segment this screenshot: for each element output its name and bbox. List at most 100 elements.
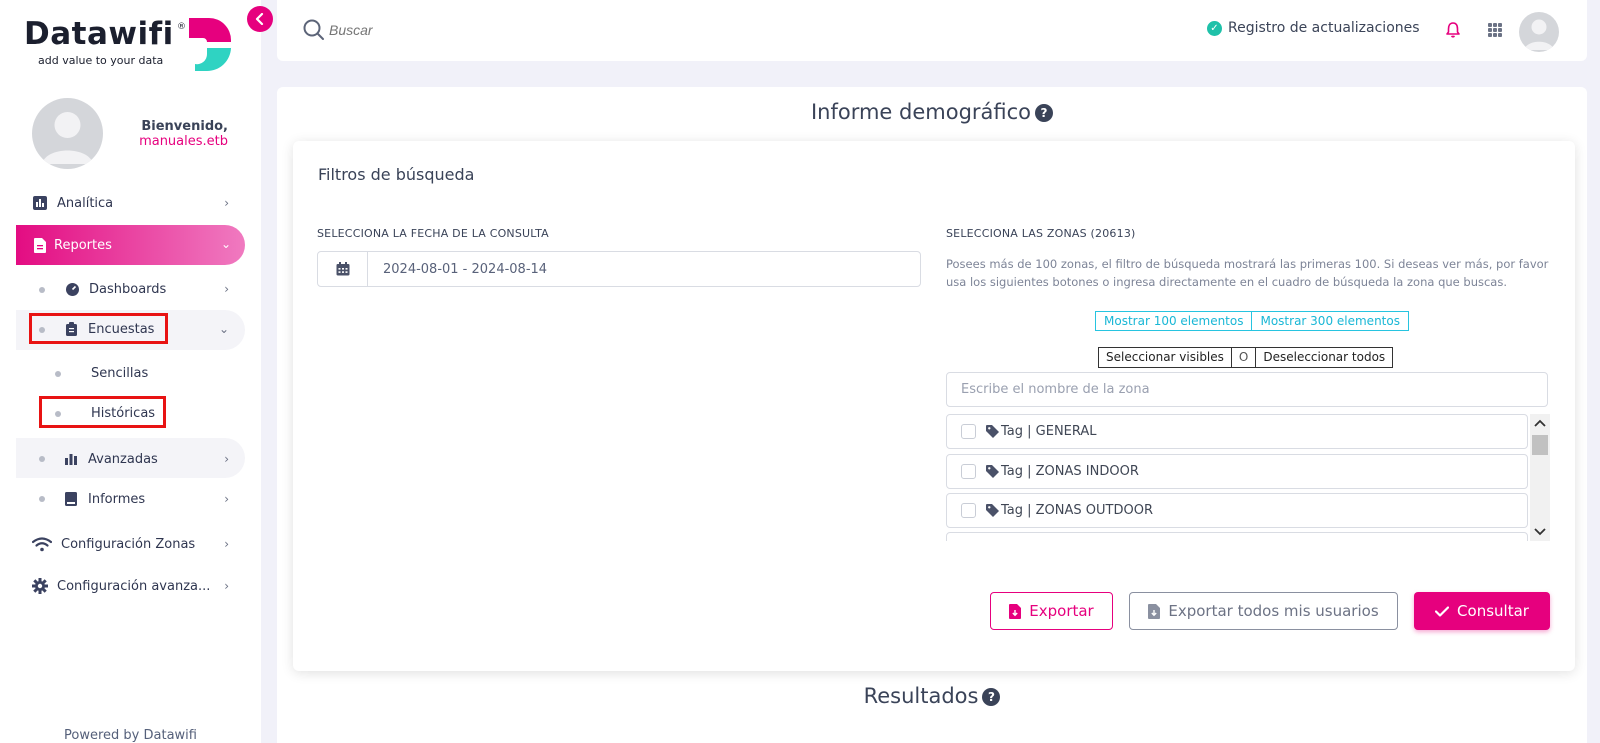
tag-icon (986, 504, 999, 517)
scroll-up-arrow-icon[interactable] (1530, 414, 1550, 432)
bar-chart-icon (32, 195, 48, 211)
welcome-username: manuales.etb (139, 134, 228, 149)
search-input[interactable] (329, 18, 629, 42)
check-circle-icon: ✓ (1207, 20, 1222, 36)
zone-item[interactable] (946, 532, 1528, 541)
page-title-text: Informe demográfico (810, 100, 1032, 124)
chevron-down-icon: ⌄ (218, 322, 229, 336)
tag-icon (986, 465, 999, 478)
bullet-dot (39, 496, 45, 502)
zone-search-input[interactable] (946, 372, 1548, 407)
gear-icon (32, 578, 48, 594)
updates-log-link[interactable]: ✓ Registro de actualizaciones (1207, 20, 1420, 36)
zone-list: Tag | GENERAL Tag | ZONAS INDOOR Tag | Z… (946, 414, 1548, 541)
export-button[interactable]: Exportar (990, 592, 1113, 630)
consultar-button[interactable]: Consultar (1414, 592, 1550, 630)
chevron-right-icon: › (224, 579, 229, 593)
sidebar-item-reportes[interactable]: Reportes ⌄ (16, 225, 245, 265)
chevron-right-icon: › (224, 452, 229, 466)
scroll-down-arrow-icon[interactable] (1530, 523, 1550, 541)
sidebar-item-configuracion-zonas[interactable]: Configuración Zonas › (32, 535, 229, 553)
zone-checkbox[interactable] (961, 424, 976, 439)
sidebar-item-label: Analítica (57, 195, 114, 211)
date-range-picker[interactable]: 2024-08-01 - 2024-08-14 (317, 251, 921, 287)
calendar-icon (318, 252, 368, 286)
bullet-dot (39, 287, 45, 293)
export-all-users-button[interactable]: Exportar todos mis usuarios (1129, 592, 1398, 630)
search-icon[interactable] (302, 18, 326, 42)
date-label: SELECCIONA LA FECHA DE LA CONSULTA (317, 227, 549, 240)
show-100-button[interactable]: Mostrar 100 elementos (1095, 311, 1253, 331)
zone-item[interactable]: Tag | ZONAS INDOOR (946, 454, 1528, 489)
sidebar-item-label: Informes (88, 491, 146, 507)
chevron-left-icon (255, 13, 264, 25)
or-separator: O (1231, 347, 1257, 368)
sidebar-item-label: Avanzadas (88, 451, 158, 467)
select-visible-button[interactable]: Seleccionar visibles (1098, 347, 1232, 368)
export-label: Exportar (1029, 602, 1094, 620)
chevron-down-icon: ⌄ (220, 237, 231, 251)
zone-item[interactable]: Tag | GENERAL (946, 414, 1528, 449)
tag-icon (986, 425, 999, 438)
zone-label: Tag | ZONAS OUTDOOR (1001, 503, 1153, 518)
updates-log-label: Registro de actualizaciones (1228, 20, 1420, 36)
file-export-icon (1009, 603, 1022, 619)
help-icon[interactable]: ? (982, 688, 1001, 706)
filters-title: Filtros de búsqueda (318, 165, 475, 184)
apps-grid-icon[interactable] (1488, 23, 1502, 37)
show-300-button[interactable]: Mostrar 300 elementos (1252, 311, 1409, 331)
bullet-dot (39, 456, 45, 462)
welcome-block: Bienvenido, manuales.etb (120, 119, 228, 149)
collapse-sidebar-button[interactable] (247, 6, 273, 32)
sidebar-item-informes[interactable]: Informes › (63, 490, 229, 508)
export-all-label: Exportar todos mis usuarios (1168, 602, 1379, 620)
zone-checkbox[interactable] (961, 503, 976, 518)
wifi-icon (32, 536, 52, 552)
zone-item[interactable]: Tag | ZONAS OUTDOOR (946, 493, 1528, 528)
sidebar-item-configuracion-avanzada[interactable]: Configuración avanza... › (32, 577, 229, 595)
scroll-thumb[interactable] (1532, 435, 1548, 455)
filters-card: Filtros de búsqueda SELECCIONA LA FECHA … (293, 141, 1575, 671)
sidebar-item-label: Sencillas (91, 365, 149, 381)
highlight-box-encuestas (29, 313, 168, 344)
results-title: Resultados? (277, 684, 1587, 708)
zones-note: Posees más de 100 zonas, el filtro de bú… (946, 257, 1549, 289)
bullet-dot (55, 371, 61, 377)
help-icon[interactable]: ? (1035, 104, 1054, 122)
user-silhouette-icon (1524, 19, 1554, 50)
profile-avatar[interactable] (32, 98, 103, 169)
sidebar-item-avanzadas[interactable]: Avanzadas › (63, 450, 229, 468)
welcome-greeting: Bienvenido, (141, 119, 228, 134)
user-avatar[interactable] (1519, 12, 1559, 52)
sidebar-item-label: Configuración avanza... (57, 578, 211, 594)
sidebar-item-label: Reportes (54, 237, 112, 253)
zone-label: Tag | GENERAL (1001, 424, 1097, 439)
zone-label: Tag | ZONAS INDOOR (1001, 464, 1139, 479)
show-elements-group: Mostrar 100 elementos Mostrar 300 elemen… (1095, 311, 1409, 331)
chevron-right-icon: › (224, 196, 229, 210)
sidebar-item-dashboards[interactable]: Dashboards › (64, 280, 229, 298)
zone-list-scrollbar[interactable] (1530, 414, 1550, 541)
datawifi-logo[interactable]: Datawifi ® add value to your data (24, 16, 239, 76)
bell-icon[interactable] (1444, 21, 1462, 39)
sidebar-item-analitica[interactable]: Analítica › (32, 194, 229, 212)
chevron-right-icon: › (224, 537, 229, 551)
sidebar-item-label: Configuración Zonas (61, 536, 196, 552)
user-silhouette-icon (42, 112, 93, 164)
deselect-all-button[interactable]: Deseleccionar todos (1256, 347, 1394, 368)
date-range-value: 2024-08-01 - 2024-08-14 (383, 261, 548, 277)
logo-mark-icon (189, 18, 231, 72)
top-bar: ✓ Registro de actualizaciones (277, 0, 1587, 61)
consultar-label: Consultar (1457, 602, 1529, 620)
page-title: Informe demográfico? (277, 100, 1587, 124)
chevron-right-icon: › (224, 282, 229, 296)
bar-chart-icon (63, 451, 79, 467)
zones-label: SELECCIONA LAS ZONAS (20613) (946, 227, 1136, 240)
zone-checkbox[interactable] (961, 464, 976, 479)
sidebar-item-label: Dashboards (89, 281, 167, 297)
powered-by-footer: Powered by Datawifi (64, 728, 197, 743)
sidebar-item-sencillas[interactable]: Sencillas (91, 364, 148, 382)
document-icon (34, 237, 46, 253)
sidebar: Datawifi ® add value to your data Bienve… (0, 0, 261, 743)
checkmark-icon (1435, 605, 1450, 617)
